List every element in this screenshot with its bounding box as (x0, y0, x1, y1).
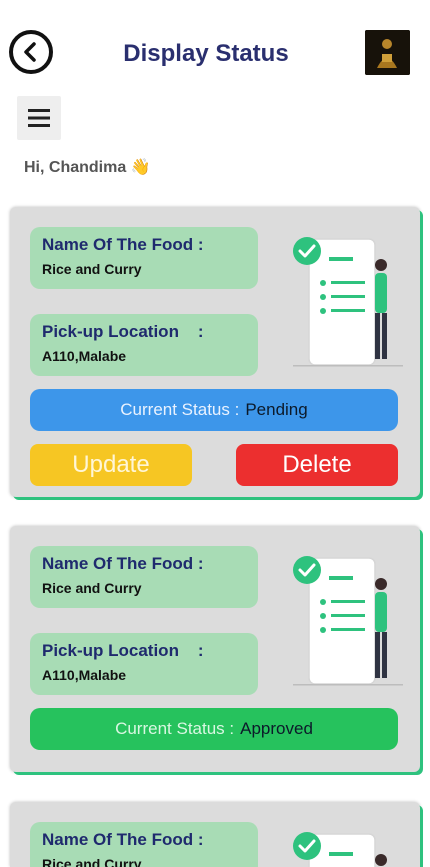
food-name-field: Name Of The Food : Rice and Curry (30, 546, 258, 608)
food-name-value: Rice and Curry (42, 580, 142, 596)
food-name-field: Name Of The Food : Rice and Curry (30, 822, 258, 867)
food-name-label: Name Of The Food : (42, 830, 204, 849)
food-card: Name Of The Food : Rice and Curry (10, 802, 420, 867)
status-label: Current Status : (115, 719, 235, 738)
food-name-label: Name Of The Food : (42, 235, 204, 254)
food-card: Name Of The Food : Rice and Curry Pick-u… (10, 207, 420, 497)
checklist-illustration (293, 832, 387, 867)
status-bar: Current Status : Approved (30, 708, 398, 750)
page-title: Display Status (123, 40, 289, 67)
update-button[interactable]: Update (30, 444, 192, 486)
greeting-text: Hi, Chandima (24, 159, 127, 176)
pickup-location-field: Pick-up Location : A110,Malabe (30, 314, 258, 376)
status-value: Approved (240, 719, 313, 738)
app-logo (365, 30, 410, 75)
pickup-location-label: Pick-up Location : (42, 641, 204, 660)
checklist-illustration (293, 237, 403, 367)
wave-emoji: 👋 (130, 159, 151, 176)
food-name-label: Name Of The Food : (42, 554, 204, 573)
pickup-location-value: A110,Malabe (42, 348, 127, 364)
checklist-illustration (293, 556, 403, 686)
delete-button[interactable]: Delete (236, 444, 398, 486)
greeting: Hi, Chandima 👋 (24, 157, 151, 177)
pickup-location-label: Pick-up Location : (42, 322, 204, 341)
food-name-value: Rice and Curry (42, 856, 142, 867)
food-name-value: Rice and Curry (42, 261, 142, 277)
menu-button[interactable] (17, 96, 61, 140)
pickup-location-field: Pick-up Location : A110,Malabe (30, 633, 258, 695)
hamburger-menu-icon (28, 109, 50, 127)
food-name-field: Name Of The Food : Rice and Curry (30, 227, 258, 289)
status-value: Pending (245, 400, 308, 419)
food-card: Name Of The Food : Rice and Curry Pick-u… (10, 526, 420, 772)
status-bar: Current Status : Pending (30, 389, 398, 431)
status-label: Current Status : (120, 400, 240, 419)
app-header: Display Status (0, 0, 430, 100)
pickup-location-value: A110,Malabe (42, 667, 127, 683)
